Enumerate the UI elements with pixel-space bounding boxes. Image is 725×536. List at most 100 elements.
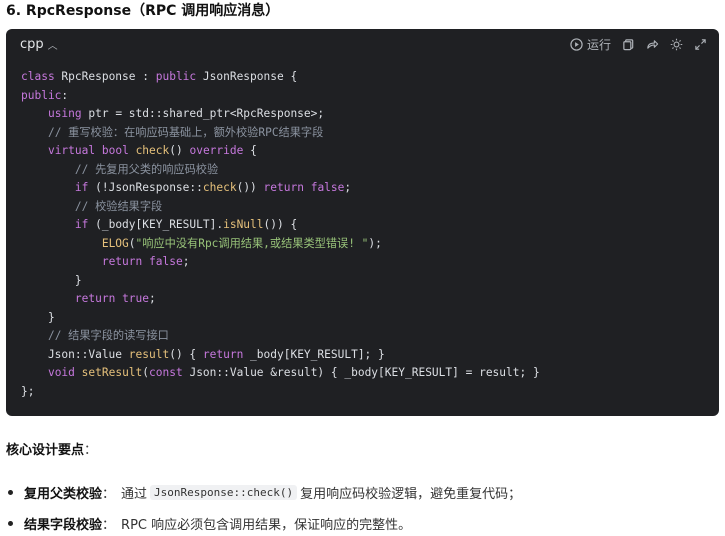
code-token: (: [128, 236, 136, 250]
code-token: :: [61, 88, 69, 102]
share-icon[interactable]: [645, 37, 659, 51]
code-token: );: [368, 236, 382, 250]
code-line: // 先复用父类的响应码校验: [21, 161, 719, 180]
code-token: (_body[KEY_RESULT].: [88, 218, 224, 231]
list-item: 结果字段校验 ： RPC 响应必须包含调用结果，保证响应的完整性。: [8, 514, 411, 533]
code-token: if: [74, 218, 89, 231]
code-line: class RpcResponse : public JsonResponse …: [21, 68, 719, 87]
bullet-title: 复用父类校验: [24, 487, 103, 502]
code-token: ()) {: [263, 218, 298, 231]
code-line: ELOG("响应中没有Rpc调用结果,或结果类型错误! ");: [21, 235, 719, 254]
code-line: if (_body[KEY_RESULT].isNull()) {: [21, 216, 719, 235]
code-token: }: [21, 310, 55, 324]
code-token: return: [202, 347, 244, 361]
copy-icon[interactable]: [621, 37, 635, 51]
code-line: // 重写校验：在响应码基础上，额外校验RPC结果字段: [21, 124, 719, 143]
code-token: override: [189, 144, 244, 157]
code-line: return true;: [21, 290, 719, 309]
code-header: cpp ︿ 运行: [6, 29, 719, 59]
run-button[interactable]: 运行: [570, 36, 611, 53]
bullet-text-rest: 复用响应码校验逻辑，避免重复代码；: [300, 487, 522, 502]
code-token: return: [74, 292, 116, 305]
code-line: return false;: [21, 253, 719, 272]
code-token: isNull: [223, 218, 264, 231]
key-points-heading-colon: ：: [84, 443, 98, 458]
bullet-separator: ：: [102, 487, 116, 502]
code-token: virtual: [47, 144, 96, 157]
code-line: }: [21, 272, 719, 291]
bullet-dot: [8, 521, 13, 526]
code-line: // 结果字段的读写接口: [21, 327, 719, 346]
code-token: // 校验结果字段: [74, 199, 163, 213]
code-token: bool: [101, 144, 129, 157]
code-token: if: [74, 181, 89, 194]
bullet-text: RPC 响应必须包含调用结果，保证响应的完整性。: [121, 518, 412, 533]
code-token: () {: [169, 347, 203, 361]
bullet-title: 结果字段校验: [24, 518, 103, 533]
code-line: // 校验结果字段: [21, 198, 719, 217]
code-line: void setResult(const Json::Value &result…: [21, 364, 719, 383]
code-token: (!JsonResponse::: [88, 181, 203, 194]
code-token: void: [47, 366, 75, 379]
code-token: check: [202, 181, 237, 194]
inline-code: JsonResponse::check(): [150, 485, 298, 500]
code-token: {: [243, 144, 257, 157]
code-block: cpp ︿ 运行 class RpcResponse : public Json…: [6, 29, 719, 416]
code-token: public: [155, 70, 197, 83]
code-token: _body[KEY_RESULT]; }: [243, 347, 385, 361]
code-token: Json::Value: [21, 347, 129, 361]
key-points-heading: 核心设计要点：: [6, 439, 97, 458]
code-line: using ptr = std::shared_ptr<RpcResponse>…: [21, 105, 719, 124]
expand-icon[interactable]: [693, 37, 707, 51]
language-label: cpp: [20, 36, 44, 52]
bullet-dot: [8, 490, 13, 495]
theme-icon[interactable]: [669, 37, 683, 51]
code-token: public: [21, 88, 62, 102]
code-token: RpcResponse :: [54, 70, 156, 83]
code-token: ()): [236, 181, 264, 194]
bullet-text: 通过: [121, 487, 148, 502]
code-token: const: [149, 366, 183, 379]
code-token: false: [149, 255, 183, 268]
code-line: virtual bool check() override {: [21, 142, 719, 161]
code-token: "响应中没有Rpc调用结果,或结果类型错误! ": [135, 236, 369, 250]
key-points-heading-text: 核心设计要点: [6, 443, 85, 458]
language-toggle[interactable]: cpp ︿: [20, 37, 58, 52]
code-token: check: [135, 144, 170, 157]
chevron-up-icon: ︿: [47, 40, 58, 52]
code-token: // 重写校验：在响应码基础上，额外校验RPC结果字段: [47, 125, 324, 139]
code-token: ELOG: [101, 236, 129, 250]
code-token: ;: [149, 292, 156, 305]
code-token: class: [21, 70, 55, 83]
code-line: Json::Value result() { return _body[KEY_…: [21, 346, 719, 365]
code-token: Json::Value &result) { _body[KEY_RESULT]…: [182, 366, 540, 379]
code-token: ;: [182, 255, 190, 268]
code-token: setResult: [81, 366, 143, 379]
code-token: false: [310, 181, 345, 194]
code-body: class RpcResponse : public JsonResponse …: [6, 59, 719, 401]
code-token: using: [47, 107, 82, 120]
section-title: 6. RpcResponse（RPC 调用响应消息）: [6, 3, 280, 19]
code-token: result: [128, 347, 170, 361]
code-token: ;: [344, 181, 352, 194]
code-token: (): [169, 144, 190, 157]
code-token: }: [21, 273, 82, 287]
code-token: return: [263, 181, 304, 194]
code-line: if (!JsonResponse::check()) return false…: [21, 179, 719, 198]
code-token: // 结果字段的读写接口: [47, 329, 169, 342]
play-icon: [570, 37, 584, 51]
code-toolbar: 运行: [570, 36, 707, 53]
